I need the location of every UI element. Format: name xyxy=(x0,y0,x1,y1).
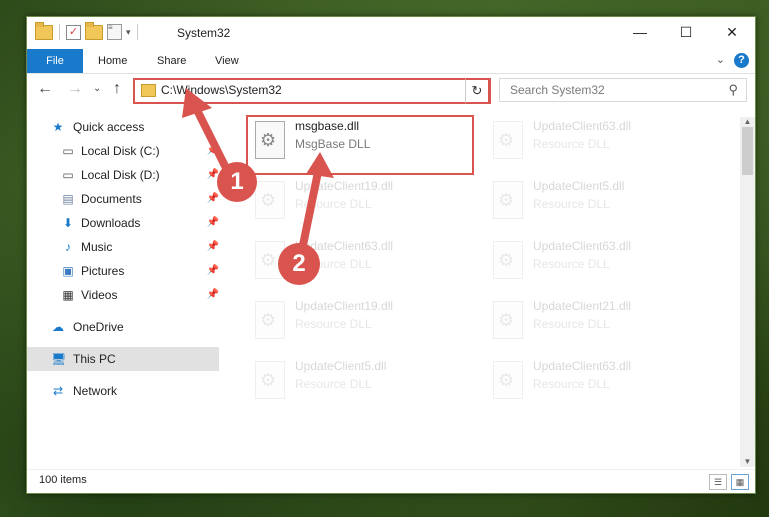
annotation-arrows xyxy=(182,88,334,254)
callout-badge-1: 1 xyxy=(217,162,257,202)
arrow-2 xyxy=(298,168,322,254)
arrow-2-head xyxy=(306,152,334,178)
callout-badge-2: 2 xyxy=(278,243,320,285)
